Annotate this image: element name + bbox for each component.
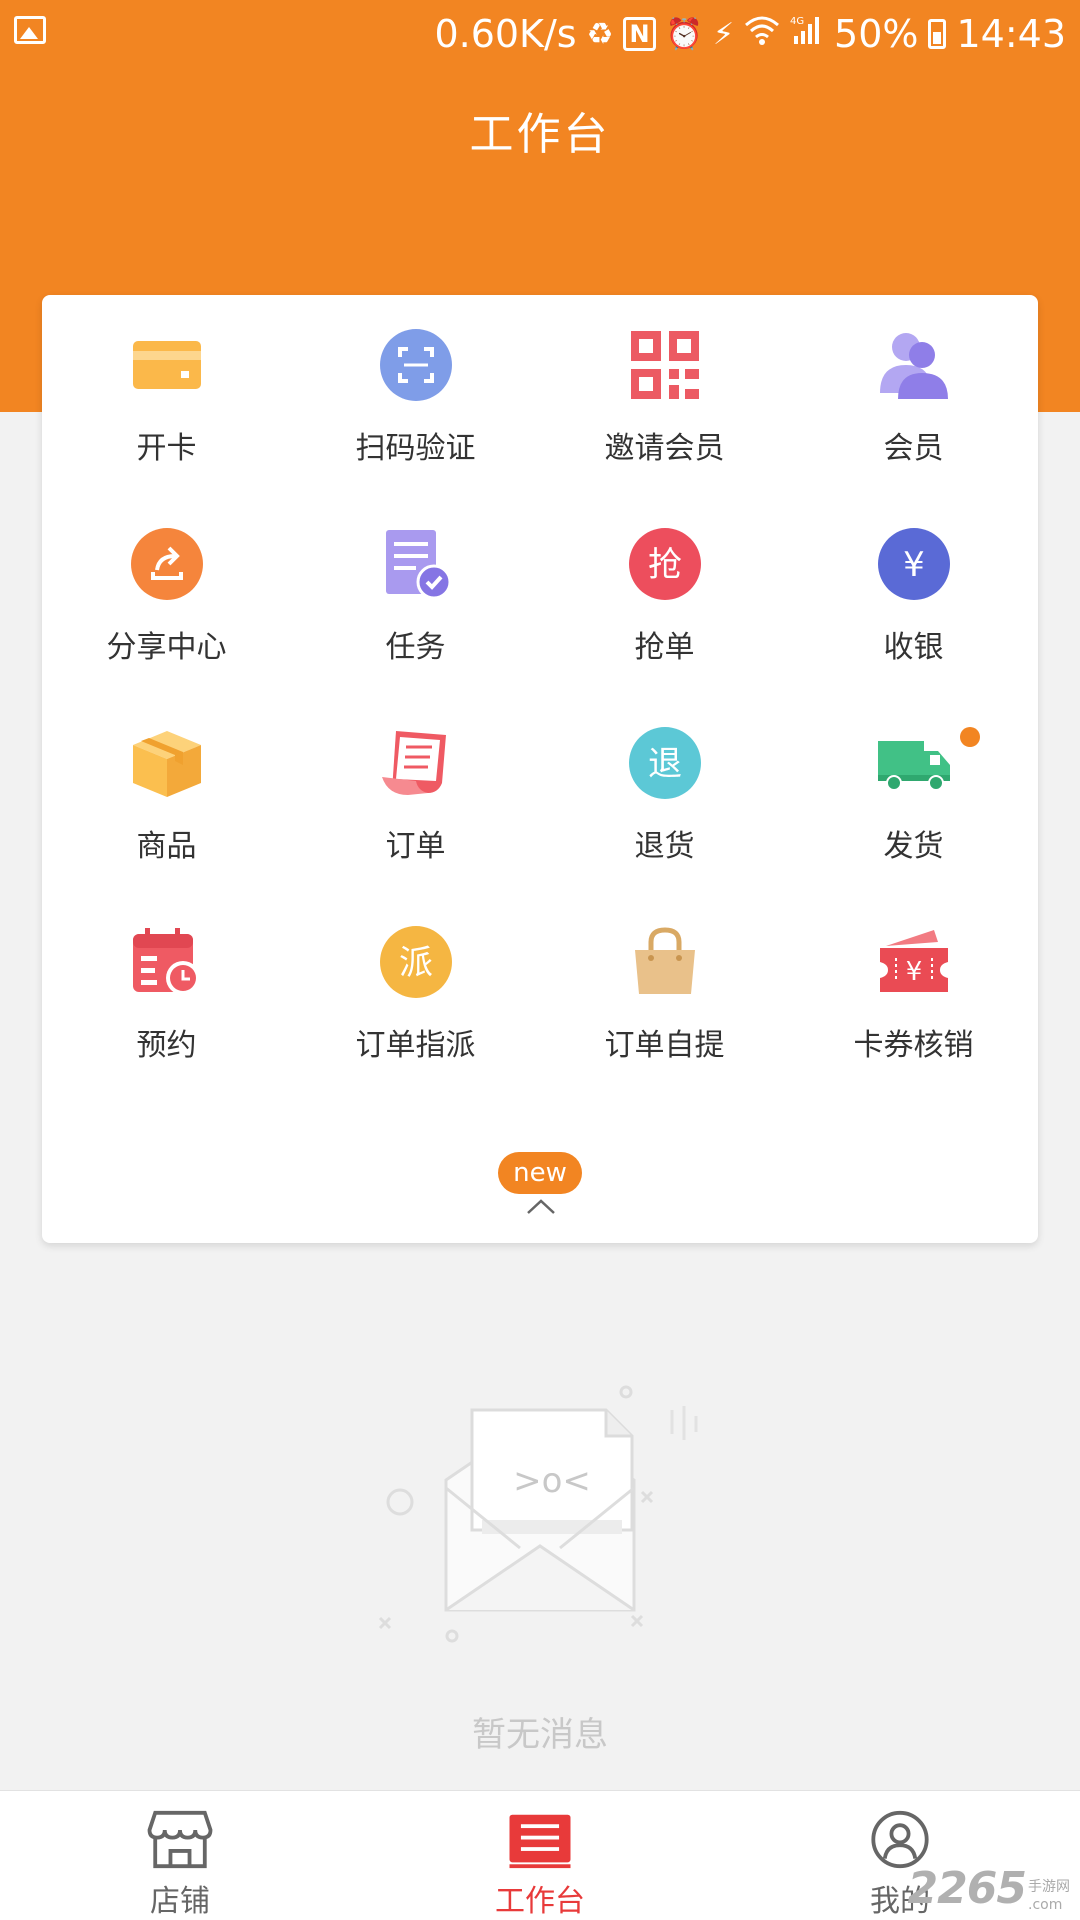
tab-label: 店铺 bbox=[150, 1884, 210, 1919]
function-card: 开卡 扫码验证 邀请会员 会员 分享中心 任务 抢 抢单 ¥ 收银 商品 订单 … bbox=[42, 295, 1038, 1243]
grid-item-label: 订单指派 bbox=[355, 1028, 476, 1063]
battery-saver-icon: ♻ bbox=[586, 16, 614, 52]
alarm-icon: ⏰ bbox=[665, 16, 703, 52]
grid-item-label: 退货 bbox=[634, 829, 695, 864]
grid-item-label: 订单自提 bbox=[604, 1028, 725, 1063]
grid-item-share-center[interactable]: 分享中心 bbox=[42, 526, 291, 725]
watermark-top: 手游网 bbox=[1028, 1879, 1070, 1895]
share-icon bbox=[129, 526, 205, 602]
grid-item-shipping[interactable]: 发货 bbox=[789, 725, 1038, 924]
grid-item-label: 分享中心 bbox=[106, 630, 227, 665]
calendar-clock-icon bbox=[129, 924, 205, 1000]
svg-text:¥: ¥ bbox=[905, 957, 922, 987]
grid-item-label: 预约 bbox=[136, 1028, 197, 1063]
signal-4g-icon: 4G bbox=[790, 14, 824, 54]
grid-item-label: 会员 bbox=[883, 431, 944, 466]
nfc-icon: N bbox=[623, 17, 656, 51]
grid-item-returns[interactable]: 退 退货 bbox=[540, 725, 789, 924]
grid-item-products[interactable]: 商品 bbox=[42, 725, 291, 924]
page-title: 工作台 bbox=[469, 109, 611, 160]
watermark-number: 2265 bbox=[907, 1863, 1027, 1914]
grid-item-label: 商品 bbox=[136, 829, 197, 864]
grid-item-order-assign[interactable]: 派 订单指派 bbox=[291, 924, 540, 1123]
truck-icon bbox=[876, 725, 952, 801]
gallery-icon bbox=[14, 16, 46, 44]
wifi-icon bbox=[744, 15, 780, 53]
grid-item-label: 开卡 bbox=[136, 431, 197, 466]
store-icon bbox=[147, 1810, 213, 1869]
bag-icon bbox=[627, 924, 703, 1000]
workbench-icon bbox=[509, 1814, 571, 1869]
grid-item-label: 任务 bbox=[385, 630, 446, 665]
site-watermark: 2265 手游网 .com bbox=[908, 1863, 1070, 1914]
grid-item-coupon-writeoff[interactable]: ¥ 卡券核销 bbox=[789, 924, 1038, 1123]
grid-item-label: 订单 bbox=[385, 829, 446, 864]
grid-item-appointment[interactable]: 预约 bbox=[42, 924, 291, 1123]
new-badge[interactable]: new bbox=[498, 1152, 582, 1194]
grid-item-label: 抢单 bbox=[634, 630, 695, 665]
grid-item-label: 邀请会员 bbox=[604, 431, 725, 466]
status-bar: 0.60K/s ♻ N ⏰ ⚡ 4G 50% 14:43 bbox=[0, 0, 1080, 68]
profile-icon bbox=[871, 1810, 929, 1869]
empty-message: 暂无消息 bbox=[472, 1715, 608, 1755]
cashier-icon: ¥ bbox=[876, 526, 952, 602]
notification-dot bbox=[960, 727, 980, 747]
svg-text:退: 退 bbox=[648, 744, 682, 784]
box-icon bbox=[129, 725, 205, 801]
svg-text:抢: 抢 bbox=[648, 545, 682, 585]
grid-item-label: 发货 bbox=[883, 829, 944, 864]
coupon-icon: ¥ bbox=[876, 924, 952, 1000]
qr-code-icon bbox=[627, 327, 703, 403]
grid-item-cashier[interactable]: ¥ 收银 bbox=[789, 526, 1038, 725]
grid-item-label: 卡券核销 bbox=[853, 1028, 974, 1063]
card-icon bbox=[129, 327, 205, 403]
svg-text:派: 派 bbox=[399, 943, 433, 983]
grid-item-invite-member[interactable]: 邀请会员 bbox=[540, 327, 789, 526]
assign-icon: 派 bbox=[378, 924, 454, 1000]
svg-text:4G: 4G bbox=[790, 16, 804, 27]
tab-label: 工作台 bbox=[495, 1884, 585, 1919]
members-icon bbox=[876, 327, 952, 403]
chevron-up-icon[interactable] bbox=[526, 1195, 556, 1217]
function-grid: 开卡 扫码验证 邀请会员 会员 分享中心 任务 抢 抢单 ¥ 收银 商品 订单 … bbox=[42, 327, 1038, 1123]
order-receipt-icon bbox=[378, 725, 454, 801]
scan-icon bbox=[378, 327, 454, 403]
network-speed: 0.60K/s bbox=[434, 12, 577, 56]
grid-item-task[interactable]: 任务 bbox=[291, 526, 540, 725]
grid-item-scan-verify[interactable]: 扫码验证 bbox=[291, 327, 540, 526]
bottom-tab-bar: 店铺 工作台 我的 2265 手游网 .com bbox=[0, 1790, 1080, 1920]
grid-item-open-card[interactable]: 开卡 bbox=[42, 327, 291, 526]
grid-item-members[interactable]: 会员 bbox=[789, 327, 1038, 526]
grid-item-orders[interactable]: 订单 bbox=[291, 725, 540, 924]
grid-item-order-pickup[interactable]: 订单自提 bbox=[540, 924, 789, 1123]
task-icon bbox=[378, 526, 454, 602]
grid-item-label: 收银 bbox=[883, 630, 944, 665]
empty-mailbox-illustration: >o< bbox=[378, 1385, 698, 1643]
clock: 14:43 bbox=[956, 12, 1066, 56]
svg-text:¥: ¥ bbox=[903, 545, 925, 585]
grid-item-label: 扫码验证 bbox=[355, 431, 476, 466]
charging-icon: ⚡ bbox=[712, 16, 735, 52]
return-icon: 退 bbox=[627, 725, 703, 801]
battery-percent: 50% bbox=[834, 12, 919, 56]
watermark-bottom: .com bbox=[1028, 1897, 1063, 1913]
grab-order-icon: 抢 bbox=[627, 526, 703, 602]
svg-text:>o<: >o< bbox=[513, 1461, 591, 1501]
tab-store[interactable]: 店铺 bbox=[0, 1791, 360, 1920]
battery-icon bbox=[928, 19, 947, 49]
tab-workbench[interactable]: 工作台 bbox=[360, 1791, 720, 1920]
grid-item-grab-order[interactable]: 抢 抢单 bbox=[540, 526, 789, 725]
